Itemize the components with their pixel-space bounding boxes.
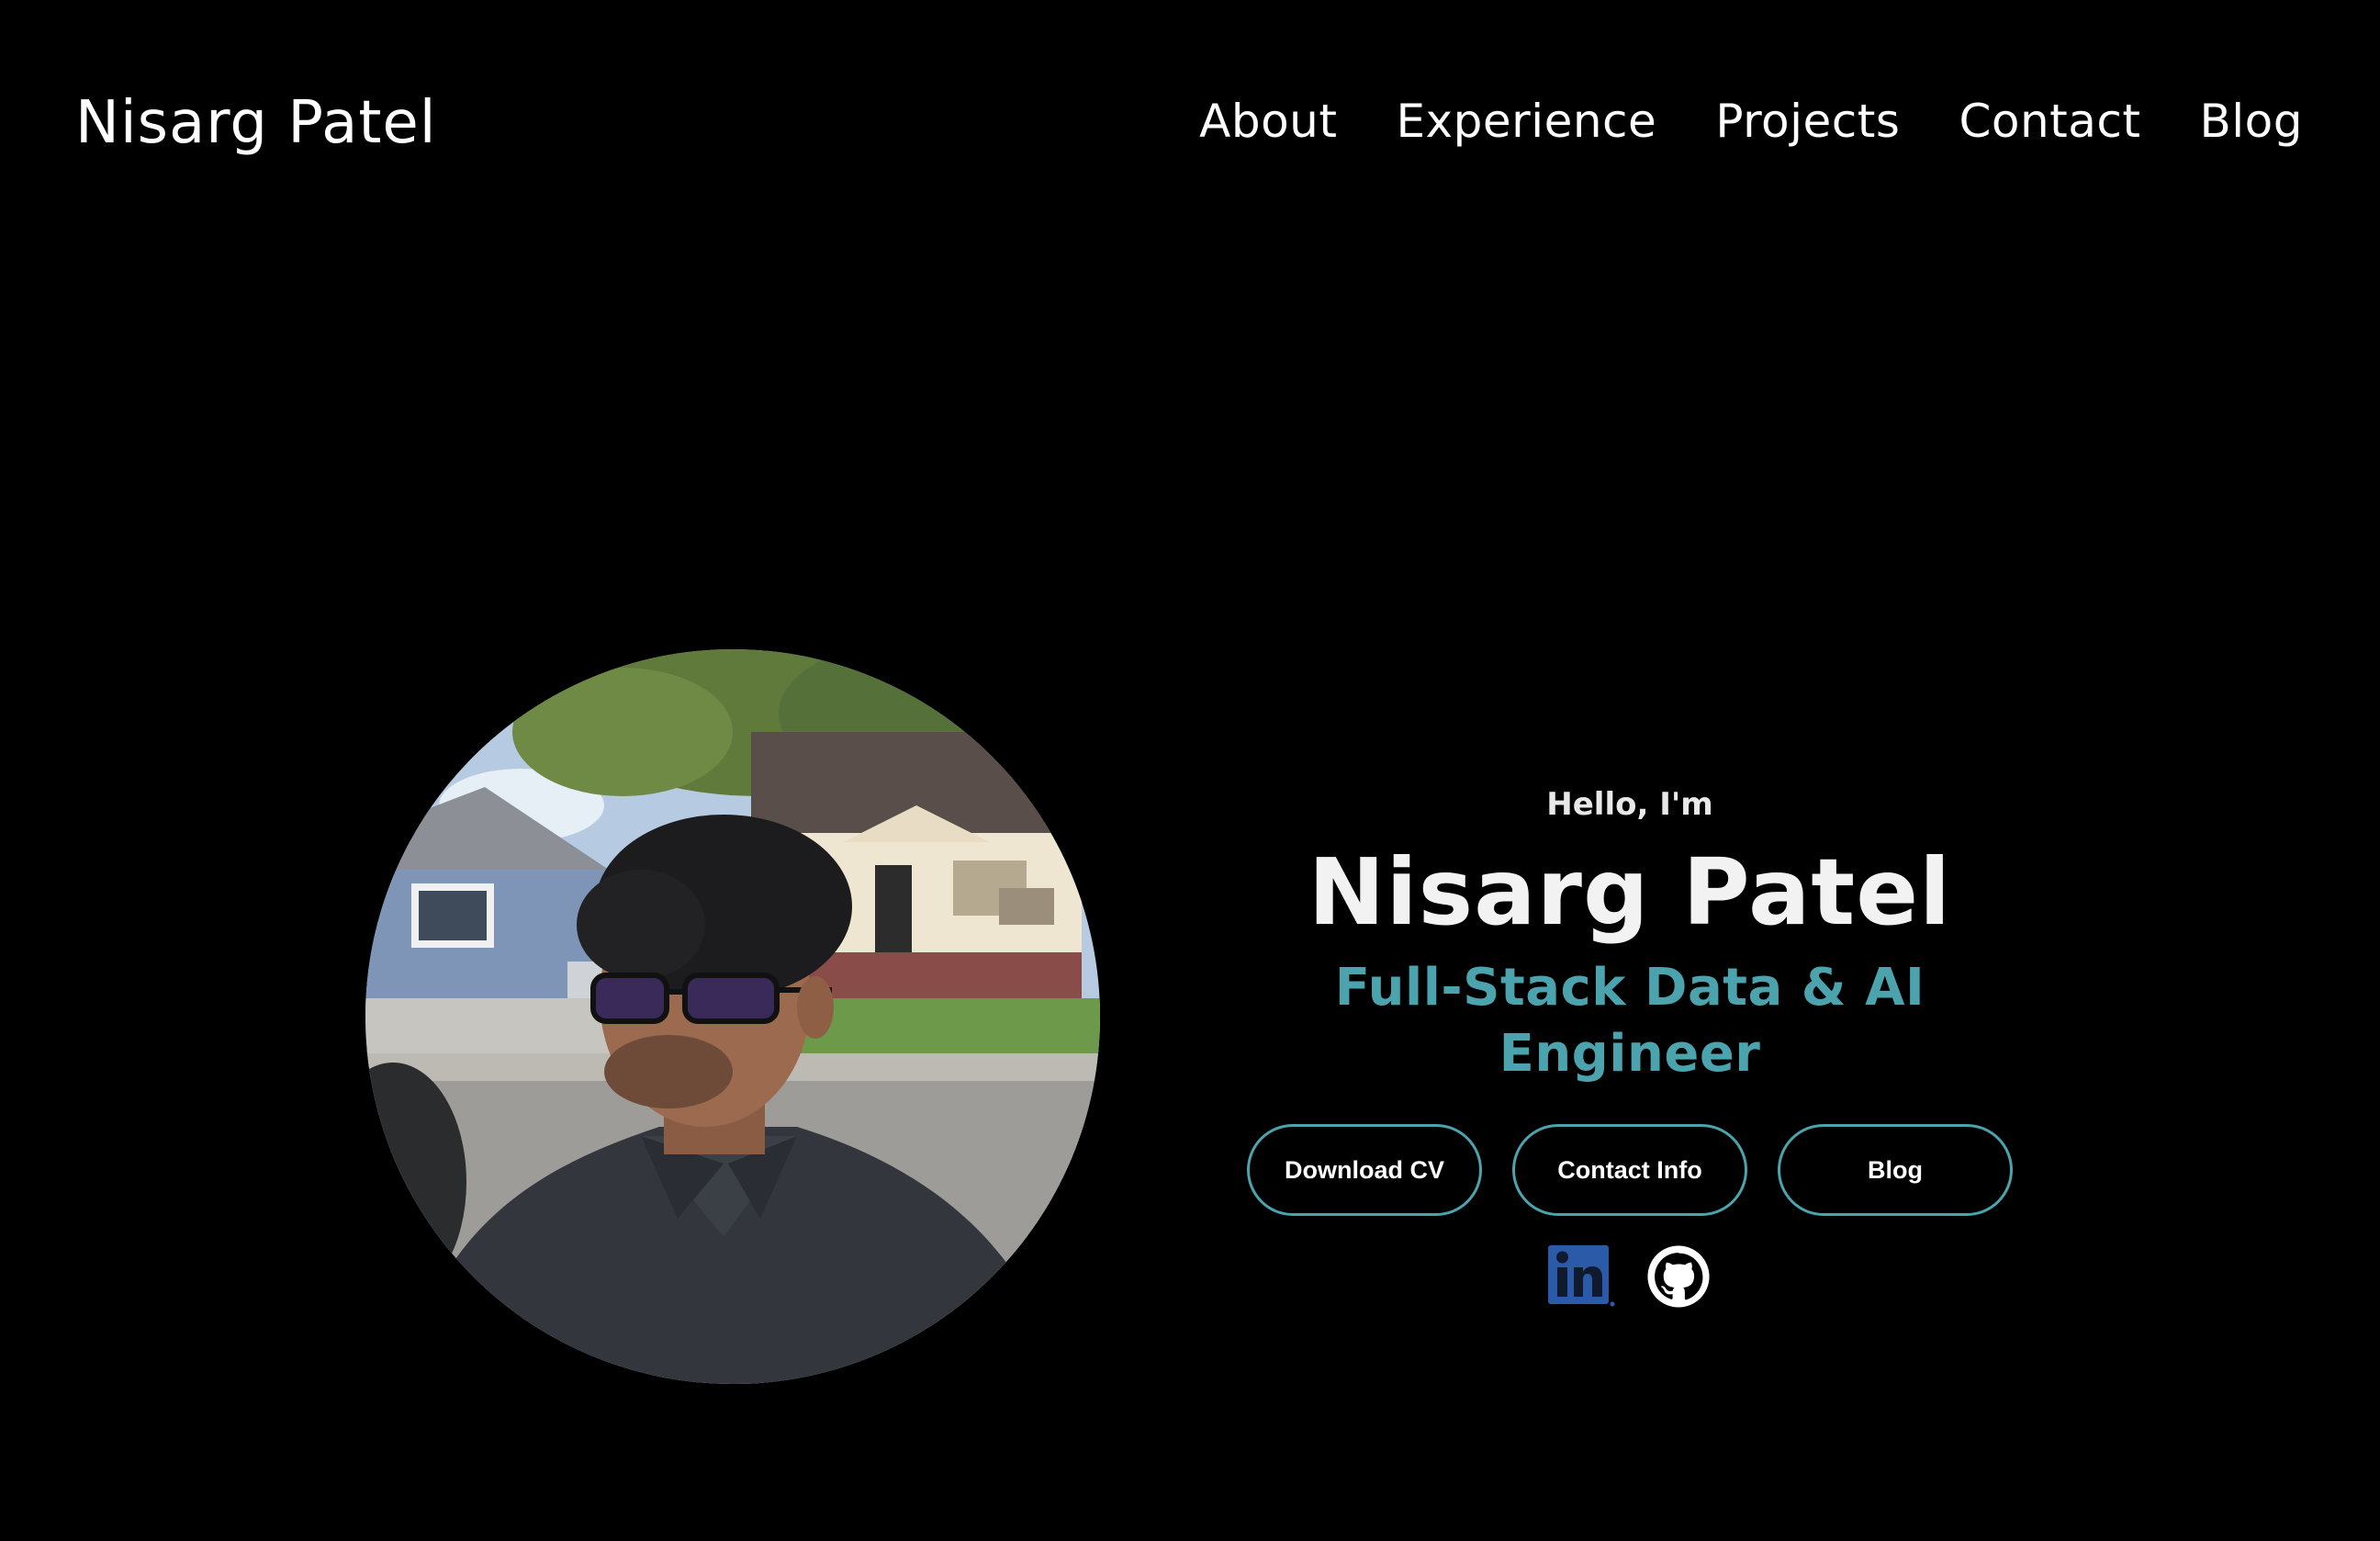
linkedin-icon [1548,1245,1615,1307]
hero-section: Hello, I'm Nisarg Patel Full-Stack Data … [1230,781,2029,1311]
profile-photo-illustration [365,649,1100,1384]
profile-photo [365,649,1100,1384]
nav-link-about[interactable]: About [1199,94,1337,149]
nav-link-contact[interactable]: Contact [1959,94,2140,149]
blog-button[interactable]: Blog [1778,1124,2013,1216]
nav-links: About Experience Projects Contact Blog [1199,94,2303,149]
site-logo[interactable]: Nisarg Patel [75,88,437,158]
contact-info-button[interactable]: Contact Info [1512,1124,1747,1216]
github-icon [1647,1245,1710,1308]
top-navigation: Nisarg Patel About Experience Projects C… [0,0,2380,248]
nav-link-projects[interactable]: Projects [1715,94,1900,149]
hero-title: Full-Stack Data & AI Engineer [1334,958,1925,1084]
hero-name: Nisarg Patel [1308,838,1952,946]
hero-buttons: Download CV Contact Info Blog [1230,1124,2029,1216]
github-link[interactable] [1644,1242,1713,1311]
social-links [1230,1242,2029,1311]
nav-link-blog[interactable]: Blog [2199,94,2303,149]
linkedin-link[interactable] [1546,1242,1616,1311]
download-cv-button[interactable]: Download CV [1247,1124,1482,1216]
hero-greeting: Hello, I'm [1546,786,1713,823]
nav-link-experience[interactable]: Experience [1396,94,1656,149]
